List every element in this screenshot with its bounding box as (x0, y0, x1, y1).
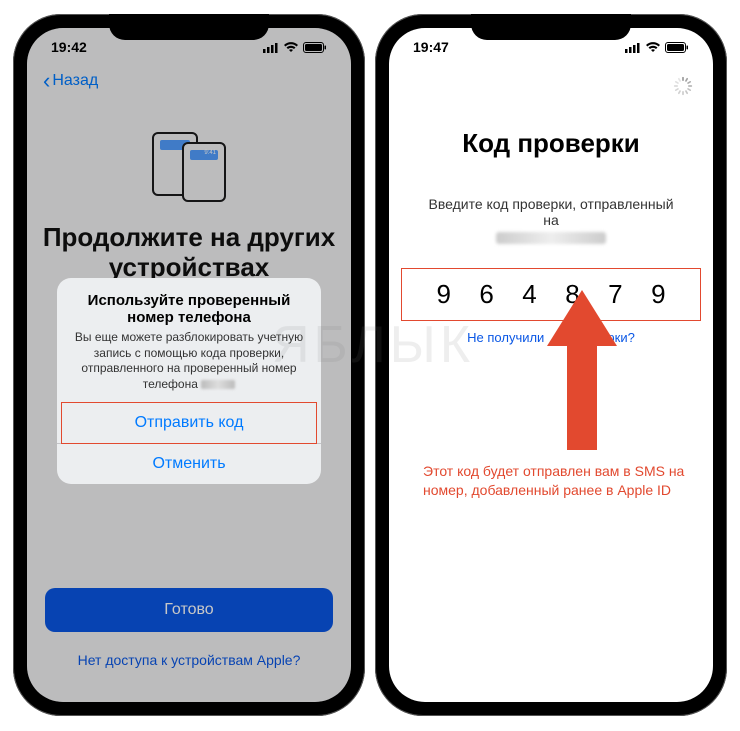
page-body: Введите код проверки, отправленный на (389, 196, 713, 244)
code-digit: 9 (651, 279, 665, 310)
battery-icon (665, 42, 689, 53)
page-title: Код проверки (389, 128, 713, 159)
code-digit: 8 (565, 279, 579, 310)
code-input[interactable]: 9 6 4 8 7 9 (401, 268, 701, 321)
alert-body: Вы еще можете разблокировать учетную зап… (57, 330, 321, 400)
code-digit: 6 (479, 279, 493, 310)
resend-code-link[interactable]: Не получили код проверки? (389, 330, 713, 345)
code-digit: 9 (436, 279, 450, 310)
redacted-phone (201, 380, 235, 389)
alert-title: Используйте проверенный номер телефона (57, 278, 321, 330)
signal-icon (625, 42, 641, 53)
code-digit: 7 (608, 279, 622, 310)
phone-right: 19:47 Код проверки Введите код проверки,… (375, 14, 727, 716)
spinner-icon (673, 76, 693, 96)
code-digit: 4 (522, 279, 536, 310)
annotation-text: Этот код будет отправлен вам в SMS на но… (423, 462, 695, 500)
cancel-button[interactable]: Отменить (57, 443, 321, 484)
status-icons (625, 42, 689, 53)
screen-right: 19:47 Код проверки Введите код проверки,… (389, 28, 713, 702)
alert-dialog: Используйте проверенный номер телефона В… (57, 278, 321, 484)
redacted-phone (496, 232, 606, 244)
wifi-icon (645, 42, 661, 53)
notch (471, 14, 631, 40)
phone-left: 19:42 ‹ Назад 9:41 Продолжите на других … (13, 14, 365, 716)
screen-left: 19:42 ‹ Назад 9:41 Продолжите на других … (27, 28, 351, 702)
send-code-button[interactable]: Отправить код (61, 402, 317, 444)
status-time: 19:47 (413, 39, 449, 55)
